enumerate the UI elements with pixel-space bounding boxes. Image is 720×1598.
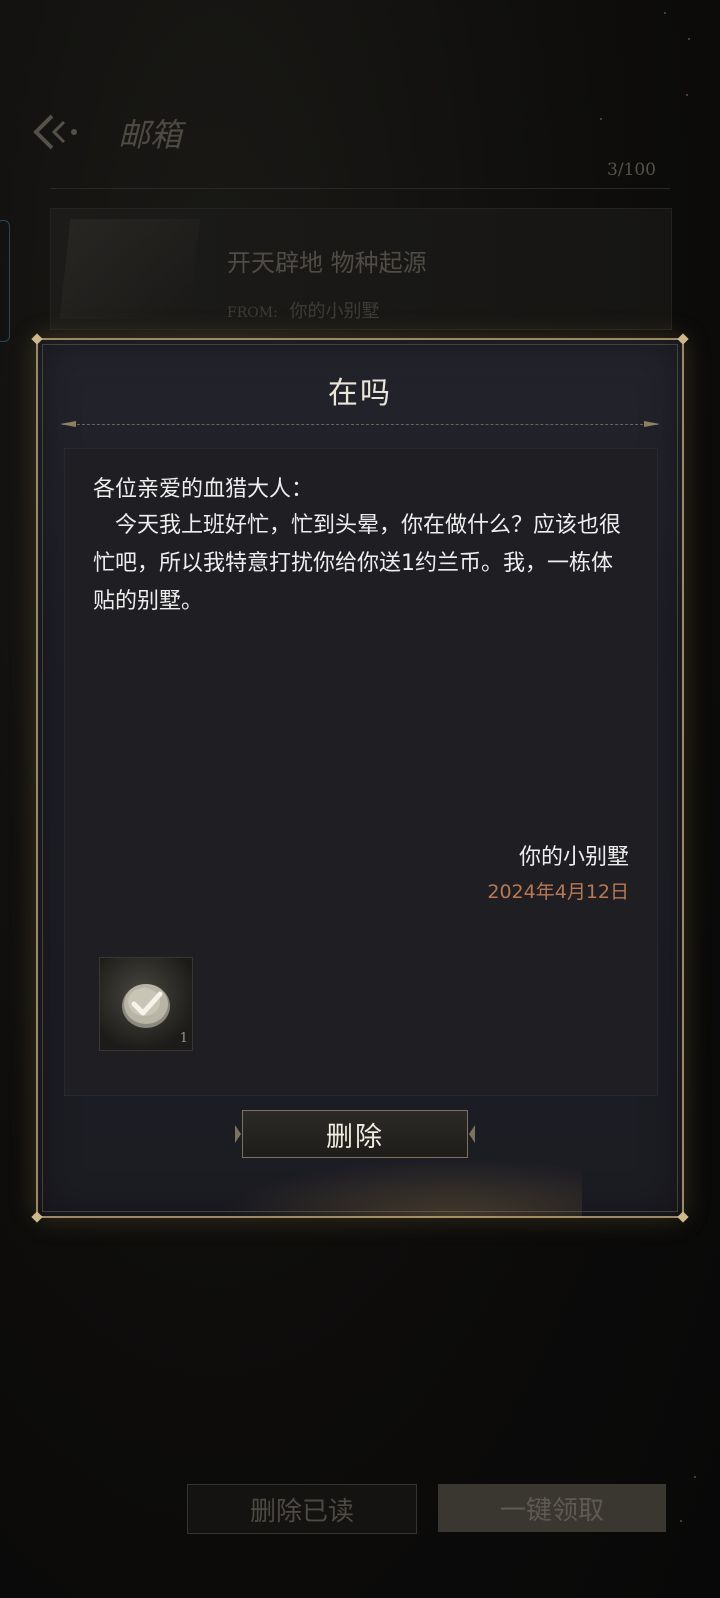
mail-from: FROM: 你的小别墅: [227, 297, 380, 323]
bottom-glow: [218, 1158, 582, 1218]
from-label: FROM:: [227, 305, 278, 321]
letter-panel: 各位亲爱的血猎大人： 今天我上班好忙，忙到头晕，你在做什么？应该也很忙吧，所以我…: [64, 448, 658, 1096]
delete-button-label: 删除: [326, 1121, 384, 1153]
claim-all-button[interactable]: 一键领取: [438, 1484, 666, 1532]
letter-date: 2024年4月12日: [487, 881, 629, 903]
mail-thumbnail: [59, 219, 201, 319]
mail-count: 3/100: [607, 160, 656, 180]
mail-detail-modal: 在吗 各位亲爱的血猎大人： 今天我上班好忙，忙到头晕，你在做什么？应该也很忙吧，…: [31, 333, 689, 1223]
delete-button[interactable]: 删除: [242, 1110, 475, 1158]
modal-title: 在吗: [328, 376, 392, 411]
page-title: 邮箱: [118, 116, 183, 154]
back-arrow-icon: [33, 114, 77, 150]
button-ornament: [469, 1125, 475, 1143]
mail-title: 开天辟地 物种起源: [227, 249, 427, 277]
header-divider: [50, 188, 670, 189]
delete-read-button[interactable]: 删除已读: [187, 1484, 417, 1534]
letter-greeting: 各位亲爱的血猎大人：: [93, 477, 314, 502]
back-button[interactable]: [30, 112, 86, 152]
letter-signature: 你的小别墅: [518, 845, 629, 870]
reward-item[interactable]: 1: [99, 957, 193, 1051]
mail-list-item[interactable]: 开天辟地 物种起源 FROM: 你的小别墅: [50, 208, 672, 330]
from-name: 你的小别墅: [289, 301, 380, 322]
title-divider: [62, 424, 658, 426]
side-tab[interactable]: [0, 220, 10, 342]
reward-count: 1: [179, 1031, 188, 1046]
button-ornament: [235, 1125, 241, 1143]
check-coin-icon: [122, 984, 170, 1028]
letter-body: 今天我上班好忙，忙到头晕，你在做什么？应该也很忙吧，所以我特意打扰你给你送1约兰…: [93, 513, 622, 614]
